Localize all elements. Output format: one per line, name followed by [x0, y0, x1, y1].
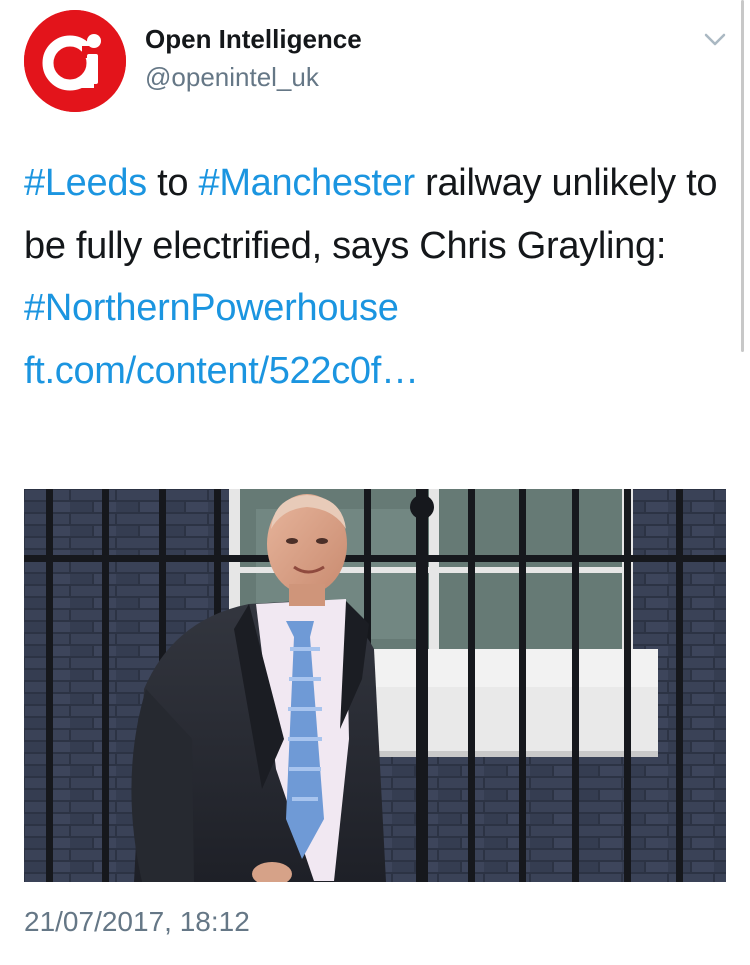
photo-image — [24, 489, 726, 882]
url-link[interactable]: ft.com/content/522c0f… — [24, 350, 419, 392]
hashtag-link[interactable]: #Leeds — [24, 162, 147, 204]
tweet-menu-button[interactable] — [700, 28, 730, 52]
author-display-name[interactable]: Open Intelligence — [145, 24, 362, 55]
tweet-timestamp[interactable]: 21/07/2017, 18:12 — [24, 906, 250, 938]
hashtag-link[interactable]: #NorthernPowerhouse — [24, 287, 399, 329]
tweet-card: Open Intelligence @openintel_uk #Leeds t… — [0, 0, 750, 965]
chevron-down-icon — [704, 33, 726, 46]
avatar[interactable] — [24, 10, 126, 112]
tweet-text: #Leeds to #Manchester railway unlikely t… — [24, 152, 724, 402]
oi-logo-icon — [24, 10, 126, 112]
hashtag-link[interactable]: #Manchester — [198, 162, 415, 204]
tweet-photo[interactable] — [24, 489, 726, 882]
tweet-text-segment: to — [146, 162, 199, 204]
author-handle[interactable]: @openintel_uk — [145, 62, 319, 93]
scrollbar[interactable] — [741, 0, 744, 352]
